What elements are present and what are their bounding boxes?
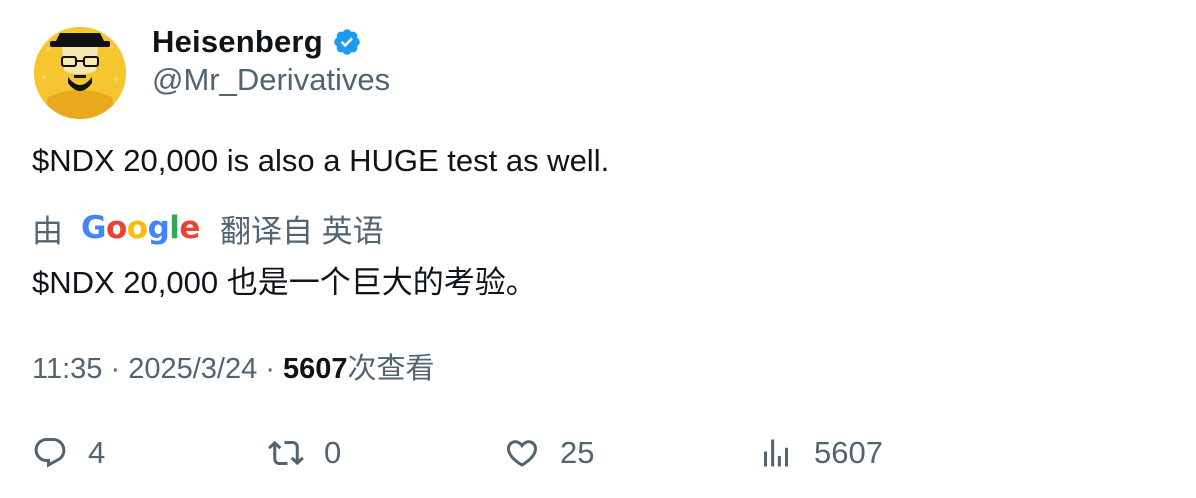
author-handle[interactable]: @Mr_Derivatives bbox=[152, 62, 390, 98]
retweet-count: 0 bbox=[324, 435, 342, 470]
views-count: 5607 bbox=[283, 353, 348, 385]
reply-button[interactable]: 4 bbox=[32, 430, 105, 476]
translation-attribution: 由 Google 翻译自 英语 bbox=[32, 208, 384, 249]
author-display-name[interactable]: Heisenberg bbox=[152, 24, 323, 60]
heisenberg-avatar-icon bbox=[34, 27, 126, 119]
views-action-count: 5607 bbox=[814, 435, 883, 470]
reply-count: 4 bbox=[88, 435, 106, 470]
like-count: 25 bbox=[560, 435, 595, 470]
avatar[interactable] bbox=[34, 27, 126, 119]
google-logo: Google bbox=[81, 210, 200, 246]
heart-icon bbox=[506, 440, 538, 467]
tweet-text: $NDX 20,000 is also a HUGE test as well. bbox=[32, 143, 610, 178]
retweet-icon bbox=[268, 440, 304, 466]
action-bar: 4 0 25 5607 bbox=[0, 430, 1196, 476]
views-button[interactable]: 5607 bbox=[758, 430, 883, 476]
verified-badge-icon bbox=[332, 27, 362, 57]
tweet-date[interactable]: 2025/3/24 bbox=[128, 353, 257, 385]
like-button[interactable]: 25 bbox=[504, 430, 594, 476]
reply-icon bbox=[34, 438, 66, 468]
tweet-time[interactable]: 11:35 bbox=[32, 353, 102, 385]
meta-separator: · bbox=[110, 353, 121, 385]
translation-from-label: 翻译自 英语 bbox=[219, 213, 384, 249]
author-name-row: Heisenberg bbox=[152, 23, 362, 61]
tweet-meta: 11:35 · 2025/3/24 · 5607次查看 bbox=[32, 345, 435, 387]
translation-by-label: 由 bbox=[32, 213, 63, 249]
views-label: 次查看 bbox=[347, 353, 435, 385]
views-icon bbox=[764, 439, 788, 467]
translated-tweet-text: $NDX 20,000 也是一个巨大的考验。 bbox=[32, 265, 537, 300]
retweet-button[interactable]: 0 bbox=[268, 430, 341, 476]
meta-separator: · bbox=[265, 353, 275, 385]
